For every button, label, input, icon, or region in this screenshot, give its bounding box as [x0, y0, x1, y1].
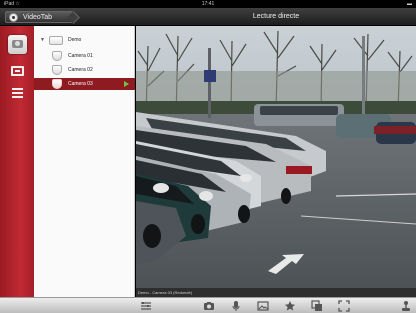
tree-camera-01[interactable]: Camera 01 [34, 50, 135, 62]
video-frame-image [136, 26, 416, 288]
rail-list-button[interactable] [8, 84, 27, 103]
microphone-icon[interactable] [230, 300, 242, 312]
page-title: Lecture directe [252, 13, 300, 20]
app-back-button[interactable]: VideoTab [5, 11, 73, 23]
rail-cameras-button[interactable] [8, 35, 27, 54]
rail-monitor-button[interactable] [8, 62, 27, 81]
tree-root-label: Demo [68, 37, 82, 43]
star-icon[interactable] [284, 300, 296, 312]
status-bar: iPad ☆ 17:41 ▬ [0, 0, 416, 8]
tree-camera-02[interactable]: Camera 02 [34, 64, 135, 76]
play-icon[interactable] [124, 81, 129, 87]
list-icon [12, 88, 23, 99]
list-settings-icon[interactable] [140, 300, 152, 312]
camera-icon [12, 40, 23, 48]
camera-tree: ▼ Demo Camera 01 Camera 02 Camera 03 [34, 26, 135, 297]
copy-icon[interactable] [311, 300, 323, 312]
live-video-feed[interactable] [136, 26, 416, 288]
camera-snapshot-icon[interactable] [203, 300, 215, 312]
title-bar: VideoTab Lecture directe [0, 8, 416, 26]
tree-camera-label: Camera 02 [68, 67, 93, 73]
clock: 17:41 [201, 1, 215, 7]
tree-camera-label: Camera 03 [68, 81, 93, 87]
folder-icon [49, 36, 63, 45]
chevron-down-icon[interactable]: ▼ [40, 37, 45, 43]
image-icon[interactable] [257, 300, 269, 312]
tree-root-demo[interactable]: ▼ Demo [34, 34, 135, 46]
side-rail [0, 26, 34, 313]
camera-shield-icon [52, 51, 62, 61]
camera-shield-icon [52, 65, 62, 75]
eye-logo-icon [9, 13, 18, 22]
video-caption: Demo - Camera 03 (Redondé) [136, 288, 416, 297]
tree-camera-label: Camera 01 [68, 53, 93, 59]
fullscreen-icon[interactable] [338, 300, 350, 312]
app-name: VideoTab [23, 14, 53, 21]
bottom-toolbar [0, 297, 416, 313]
battery-icon: ▬ [407, 1, 412, 7]
monitor-icon [11, 66, 24, 76]
joystick-icon[interactable] [400, 300, 412, 312]
tree-camera-03[interactable]: Camera 03 [34, 78, 135, 90]
camera-shield-icon [52, 79, 62, 89]
